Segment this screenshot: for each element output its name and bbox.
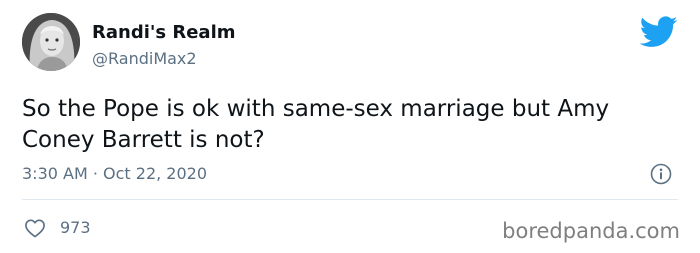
heart-icon[interactable] bbox=[24, 218, 46, 238]
like-count[interactable]: 973 bbox=[60, 218, 91, 238]
portrait-avatar-icon bbox=[22, 13, 80, 71]
display-name[interactable]: Randi's Realm bbox=[92, 22, 236, 44]
avatar[interactable] bbox=[22, 13, 80, 71]
watermark: boredpanda.com bbox=[502, 219, 680, 243]
user-handle[interactable]: @RandiMax2 bbox=[92, 49, 197, 69]
divider bbox=[22, 199, 678, 200]
twitter-bird-icon bbox=[639, 16, 678, 48]
info-icon[interactable] bbox=[650, 163, 672, 185]
tweet-timestamp[interactable]: 3:30 AM · Oct 22, 2020 bbox=[22, 164, 207, 184]
tweet-card: Randi's Realm @RandiMax2 So the Pope is … bbox=[0, 0, 700, 253]
tweet-text: So the Pope is ok with same-sex marriage… bbox=[22, 96, 610, 153]
